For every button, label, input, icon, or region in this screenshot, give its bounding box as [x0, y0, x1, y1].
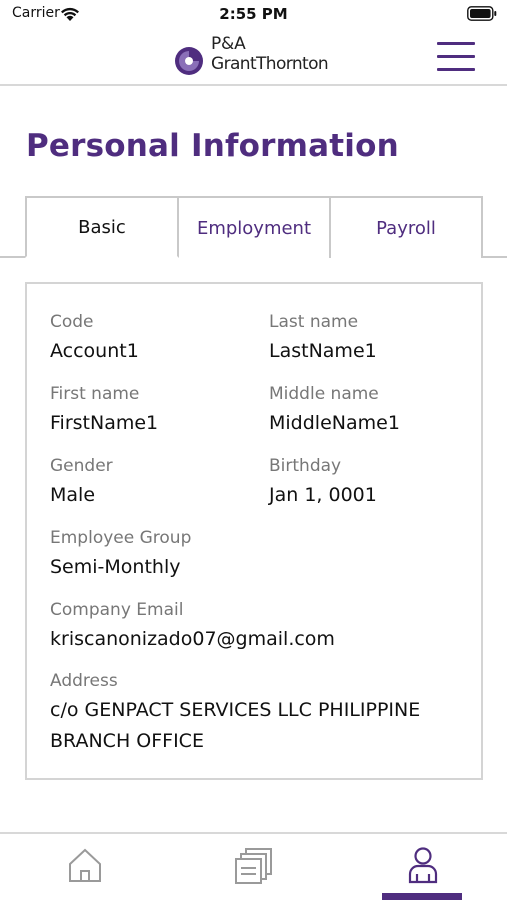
- status-bar: Carrier 2:55 PM: [0, 0, 507, 30]
- documents-icon: [234, 848, 272, 884]
- tab-payroll[interactable]: Payroll: [331, 196, 483, 258]
- field-gender: Gender Male: [50, 455, 113, 508]
- field-company-email: Company Email kriscanonizado07@gmail.com: [50, 599, 335, 652]
- active-tab-indicator: [382, 893, 462, 900]
- tab-basic[interactable]: Basic: [25, 196, 179, 258]
- field-value: Jan 1, 0001: [269, 484, 377, 506]
- status-time: 2:55 PM: [219, 5, 288, 23]
- field-middle-name: Middle name MiddleName1: [269, 383, 400, 436]
- home-icon: [68, 848, 101, 882]
- field-code: Code Account1: [50, 311, 139, 364]
- page-title: Personal Information: [26, 128, 399, 164]
- tab-bar: Basic Employment Payroll: [25, 196, 483, 258]
- field-first-name: First name FirstName1: [50, 383, 158, 436]
- field-birthday: Birthday Jan 1, 0001: [269, 455, 377, 508]
- field-last-name: Last name LastName1: [269, 311, 377, 364]
- nav-profile[interactable]: [338, 834, 507, 900]
- field-label: Employee Group: [50, 528, 192, 548]
- grant-thornton-mark-icon: [175, 47, 203, 75]
- hamburger-menu-icon[interactable]: [437, 40, 475, 72]
- field-value: Male: [50, 484, 96, 506]
- field-label: First name: [50, 384, 140, 404]
- field-value: Semi-Monthly: [50, 556, 181, 578]
- basic-info-card: Code Account1 Last name LastName1 First …: [25, 282, 483, 780]
- field-label: Middle name: [269, 384, 379, 404]
- logo-text-pa: P&A: [211, 34, 246, 54]
- menu-bar: [437, 55, 475, 58]
- field-value: kriscanonizado07@gmail.com: [50, 628, 335, 650]
- field-label: Birthday: [269, 456, 342, 476]
- field-label: Last name: [269, 312, 359, 332]
- field-label: Code: [50, 312, 94, 332]
- field-employee-group: Employee Group Semi-Monthly: [50, 527, 191, 580]
- bottom-nav: [0, 832, 507, 900]
- field-label: Address: [50, 671, 118, 691]
- pa-grant-thornton-logo: P&A GrantThornton: [174, 34, 344, 78]
- nav-documents[interactable]: [169, 834, 338, 900]
- field-label: Company Email: [50, 600, 184, 620]
- field-value: LastName1: [269, 340, 377, 362]
- menu-bar: [437, 42, 475, 45]
- logo-text-grant-thornton: GrantThornton: [211, 54, 329, 74]
- battery-icon: [467, 6, 497, 21]
- field-value: MiddleName1: [269, 412, 400, 434]
- field-address: Address c/o GENPACT SERVICES LLC PHILIPP…: [50, 670, 460, 757]
- menu-bar: [437, 68, 475, 71]
- profile-icon: [408, 847, 437, 884]
- field-label: Gender: [50, 456, 113, 476]
- field-value: c/o GENPACT SERVICES LLC PHILIPPINE BRAN…: [50, 699, 421, 752]
- nav-home[interactable]: [0, 834, 169, 900]
- app-header: P&A GrantThornton: [0, 30, 507, 86]
- tab-employment[interactable]: Employment: [179, 196, 331, 258]
- field-value: FirstName1: [50, 412, 159, 434]
- field-value: Account1: [50, 340, 139, 362]
